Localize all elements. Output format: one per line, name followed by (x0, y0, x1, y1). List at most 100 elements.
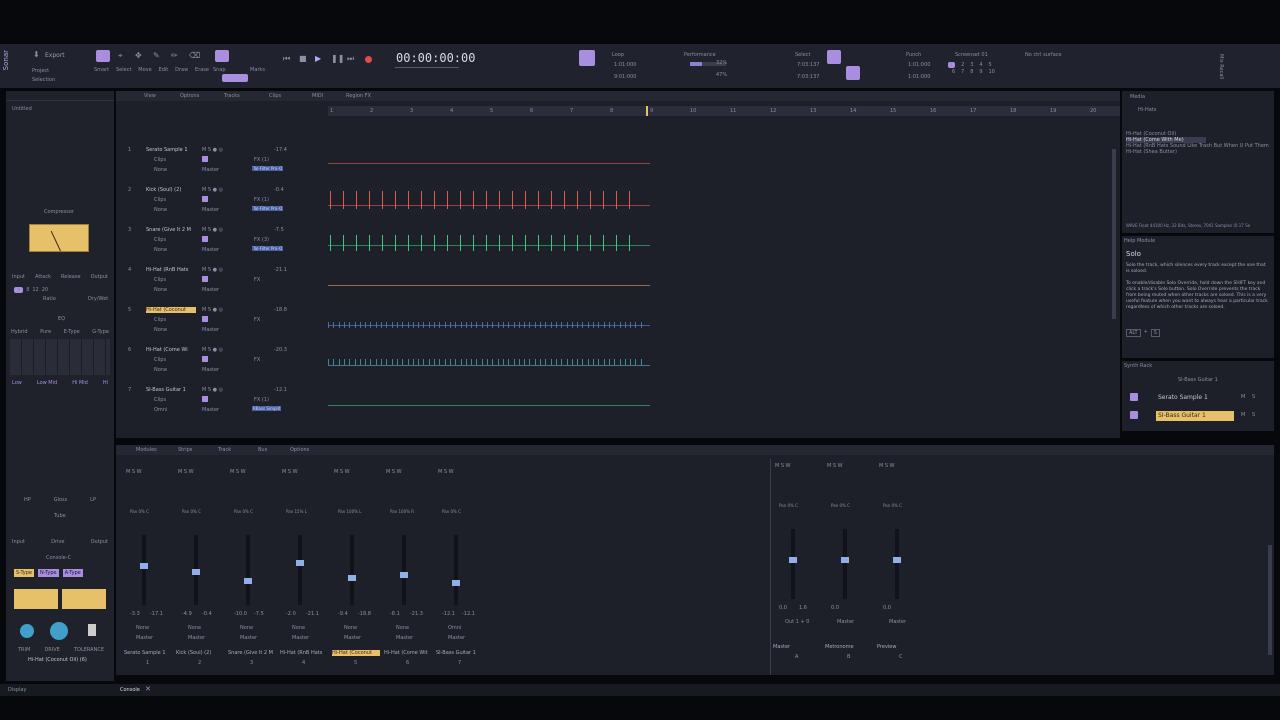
stop-icon[interactable]: ■ (299, 54, 307, 64)
loop-toggle-button[interactable] (579, 50, 595, 66)
strip-input[interactable]: Omni (448, 625, 461, 631)
volume-fader[interactable] (789, 529, 797, 599)
ctrl-surface-dropdown[interactable]: No ctrl surface (1025, 52, 1062, 58)
console-menu-modules[interactable]: Modules (136, 447, 157, 453)
mix-recall-label[interactable]: Mix Recall (1218, 54, 1224, 79)
menu-options[interactable]: Options (180, 93, 199, 99)
ratio-12-button[interactable]: 12 (32, 287, 38, 293)
strip-output[interactable]: Master (188, 635, 205, 641)
track-input[interactable]: Omni (154, 407, 167, 413)
drive-knob[interactable] (50, 622, 68, 640)
track-output[interactable]: Master (202, 407, 219, 413)
snap-value-button[interactable] (222, 74, 248, 82)
ratio-4-button[interactable]: 4 (14, 287, 24, 293)
track-plugin[interactable]: Tal-Filter Pro-Q (252, 166, 284, 171)
ratio-8-button[interactable]: 8 (26, 287, 29, 293)
volume-fader[interactable] (400, 535, 408, 605)
mute-solo-buttons[interactable]: M S ● ◎ (202, 187, 223, 193)
track-header[interactable]: 1 Serato Sample 1 M S ● ◎ -17.4 Clips FX (1) T… (124, 145, 306, 185)
synth-rack-item[interactable]: Serato Sample 1 M S (1128, 393, 1270, 403)
mute-solo-buttons[interactable]: M S ● ◎ (202, 147, 223, 153)
mute-solo-buttons[interactable]: M S ● ◎ (202, 267, 223, 273)
menu-regionfx[interactable]: Region FX (346, 93, 371, 99)
timeline-ruler[interactable]: 123456789101112131415161718192021 (328, 106, 1136, 116)
console-scrollbar[interactable] (1268, 545, 1272, 655)
volume-fader[interactable] (192, 535, 200, 605)
strip-buttons[interactable]: M S W (282, 469, 298, 475)
track-output[interactable]: Master (202, 327, 219, 333)
smart-tool-button[interactable] (96, 50, 110, 62)
track-fx[interactable]: FX (1) (254, 157, 269, 163)
ratio-20-button[interactable]: 20 (42, 287, 48, 293)
screenset-label[interactable]: Screenset 01 (955, 52, 988, 58)
volume-fader[interactable] (841, 529, 849, 599)
strip-output[interactable]: Master (136, 635, 153, 641)
pan-value[interactable]: Pan 100% L (338, 509, 361, 514)
strip-input[interactable]: None (136, 625, 149, 631)
track-name[interactable]: Kick (Soul) (2) (146, 187, 196, 193)
clip-lane[interactable] (328, 385, 650, 425)
screenset-3[interactable]: 3 (970, 62, 973, 68)
volume-fader[interactable] (893, 529, 901, 599)
track-output[interactable]: Master (202, 247, 219, 253)
strip-output[interactable]: Master (889, 619, 906, 625)
select-start[interactable]: 7:03:137 (797, 62, 819, 68)
track-output[interactable]: Master (202, 367, 219, 373)
track-name[interactable]: Hi-Hat (Come Wi (146, 347, 196, 353)
folder-path[interactable]: Hi-Hats (1138, 107, 1156, 113)
synth-solo-button[interactable]: S (1252, 412, 1255, 418)
record-icon[interactable] (365, 56, 372, 63)
loop-start[interactable]: 1:01:000 (614, 62, 636, 68)
strip-name[interactable]: Hi-Hat (Coconut (332, 650, 380, 656)
strip-output[interactable]: Master (240, 635, 257, 641)
strip-output[interactable]: Master (448, 635, 465, 641)
strip-input[interactable]: None (292, 625, 305, 631)
loop-end[interactable]: 9:01:000 (614, 74, 636, 80)
pan-value[interactable]: Pan 0% C (779, 503, 798, 508)
strip-name[interactable]: Master (773, 644, 821, 650)
strip-name[interactable]: Hi-Hat (Come Wit (384, 650, 432, 656)
track-output[interactable]: Master (202, 207, 219, 213)
synth-rack-selected[interactable]: SI-Bass Guitar 1 (1178, 377, 1218, 383)
selection-label[interactable]: Selection (32, 77, 55, 83)
strip-output[interactable]: Master (837, 619, 854, 625)
eq-type-e[interactable]: E-Type (64, 329, 80, 335)
pan-value[interactable]: Pan 100% R (390, 509, 414, 514)
console-mode-s[interactable]: S-Type (14, 569, 35, 577)
strip-buttons[interactable]: M S W (178, 469, 194, 475)
track-header[interactable]: 4 Hi-Hat (RnB Hats M S ● ◎ -21.1 Clips FX None… (124, 265, 306, 305)
clip-lane[interactable] (328, 145, 650, 185)
console-menu-track[interactable]: Track (218, 447, 231, 453)
channel-strip[interactable]: M S W Pan 15% L -2.0 -21.1 None Master Hi-Hat … (278, 465, 330, 675)
menu-clips[interactable]: Clips (269, 93, 281, 99)
pan-value[interactable]: Pan 0% C (831, 503, 850, 508)
fader-knob[interactable] (841, 557, 849, 563)
close-tab-icon[interactable]: ✕ (145, 685, 151, 693)
write-button[interactable] (202, 196, 208, 202)
track-name[interactable]: Serato Sample 1 (146, 147, 196, 153)
erase-tool-icon[interactable]: ⌫ (189, 51, 200, 61)
track-header[interactable]: 6 Hi-Hat (Come Wi M S ● ◎ -20.3 Clips FX None M… (124, 345, 306, 385)
playhead-marker[interactable] (646, 106, 648, 116)
screenset-4[interactable]: 4 (979, 62, 982, 68)
synth-solo-button[interactable]: S (1252, 394, 1255, 400)
pan-value[interactable]: Pan 0% C (234, 509, 253, 514)
track-input[interactable]: None (154, 247, 167, 253)
export-label[interactable]: Export (45, 52, 65, 59)
punch-start[interactable]: 1:01:000 (908, 62, 930, 68)
fader-knob[interactable] (400, 572, 408, 578)
bus-strip[interactable]: M S W Pan 0% C 0.0 1.6 Out 1 + 0 Master A (771, 459, 823, 669)
mute-solo-buttons[interactable]: M S ● ◎ (202, 227, 223, 233)
track-fx[interactable]: FX (254, 357, 260, 363)
volume-fader[interactable] (244, 535, 252, 605)
track-input[interactable]: None (154, 207, 167, 213)
fast-forward-icon[interactable]: ⏭ (347, 54, 354, 64)
strip-name[interactable]: Snare (Give It 2 M (228, 650, 276, 656)
clip-lane[interactable] (328, 185, 650, 225)
eq-type-g[interactable]: G-Type (92, 329, 109, 335)
eq-type-pure[interactable]: Pure (40, 329, 51, 335)
track-input[interactable]: None (154, 287, 167, 293)
track-name[interactable]: Hi-Hat (RnB Hats (146, 267, 196, 273)
strip-buttons[interactable]: M S W (438, 469, 454, 475)
console-menu-options[interactable]: Options (290, 447, 309, 453)
